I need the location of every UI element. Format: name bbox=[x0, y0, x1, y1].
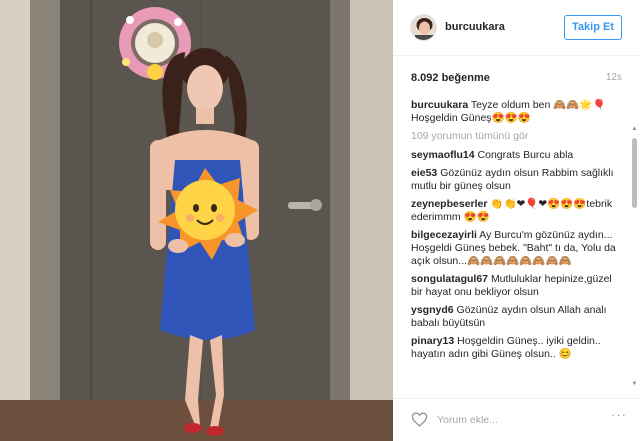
avatar-image bbox=[411, 15, 436, 40]
post-footer: ··· bbox=[393, 398, 640, 441]
comments-scrollbar[interactable]: ▲ ▼ bbox=[631, 126, 638, 388]
scroll-thumb[interactable] bbox=[632, 138, 637, 208]
comment-username[interactable]: eie53 bbox=[411, 167, 437, 179]
comments-list: burcuukara Teyze oldum ben 🙈🙈🌟🎈 Hoşgeldi… bbox=[411, 99, 625, 395]
avatar[interactable] bbox=[410, 14, 437, 41]
comment-username[interactable]: songulatagul67 bbox=[411, 273, 488, 285]
comment-item: songulatagul67 Mutluluklar hepinize,güze… bbox=[411, 273, 625, 299]
caption: burcuukara Teyze oldum ben 🙈🙈🌟🎈 Hoşgeldi… bbox=[411, 99, 625, 125]
comment-item: pinary13 Hoşgeldin Güneş.. iyiki geldin.… bbox=[411, 335, 625, 361]
ellipsis-icon[interactable]: ··· bbox=[611, 407, 627, 422]
post-side-panel: burcuukara Takip Et 8.092 beğenme 12s bu… bbox=[393, 0, 640, 441]
comment-username[interactable]: seymaoflu14 bbox=[411, 149, 475, 161]
post-author-username[interactable]: burcuukara bbox=[445, 21, 505, 33]
post-timestamp[interactable]: 12s bbox=[606, 72, 622, 83]
scroll-up-arrow-icon[interactable]: ▲ bbox=[631, 126, 638, 133]
post-photo[interactable] bbox=[0, 0, 393, 441]
instagram-post-modal: burcuukara Takip Et 8.092 beğenme 12s bu… bbox=[0, 0, 640, 441]
post-header: burcuukara Takip Et bbox=[393, 0, 640, 56]
comment-item: zeynepbeserler 👏👏❤🎈❤😍😍😍tebrik ederimmm 😍… bbox=[411, 198, 625, 224]
comment-username[interactable]: pinary13 bbox=[411, 335, 454, 347]
comment-username[interactable]: zeynepbeserler bbox=[411, 198, 487, 210]
like-count[interactable]: 8.092 beğenme bbox=[411, 72, 490, 84]
comment-item: ysgnyd6 Gözünüz aydın olsun Allah analı … bbox=[411, 304, 625, 330]
follow-button[interactable]: Takip Et bbox=[564, 15, 622, 40]
comment-item: eie53 Gözünüz aydın olsun Rabbim sağlıkl… bbox=[411, 167, 625, 193]
heart-outline-icon[interactable] bbox=[411, 411, 428, 428]
comment-item: bilgecezayirli Ay Burcu'm gözünüz aydın.… bbox=[411, 229, 625, 268]
scroll-down-arrow-icon[interactable]: ▼ bbox=[631, 381, 638, 388]
comment-text: Congrats Burcu abla bbox=[477, 149, 574, 161]
comment-username[interactable]: bilgecezayirli bbox=[411, 229, 477, 241]
comment-text: Gözünüz aydın olsun Rabbim sağlıklı mutl… bbox=[411, 167, 614, 192]
comment-username[interactable]: ysgnyd6 bbox=[411, 304, 454, 316]
add-comment-input[interactable] bbox=[437, 411, 617, 429]
comment-item: seymaoflu14 Congrats Burcu abla bbox=[411, 149, 625, 162]
view-all-comments-link[interactable]: 109 yorumun tümünü gör bbox=[411, 130, 625, 143]
photo-illustration bbox=[0, 0, 393, 441]
comment-username[interactable]: burcuukara bbox=[411, 99, 468, 111]
